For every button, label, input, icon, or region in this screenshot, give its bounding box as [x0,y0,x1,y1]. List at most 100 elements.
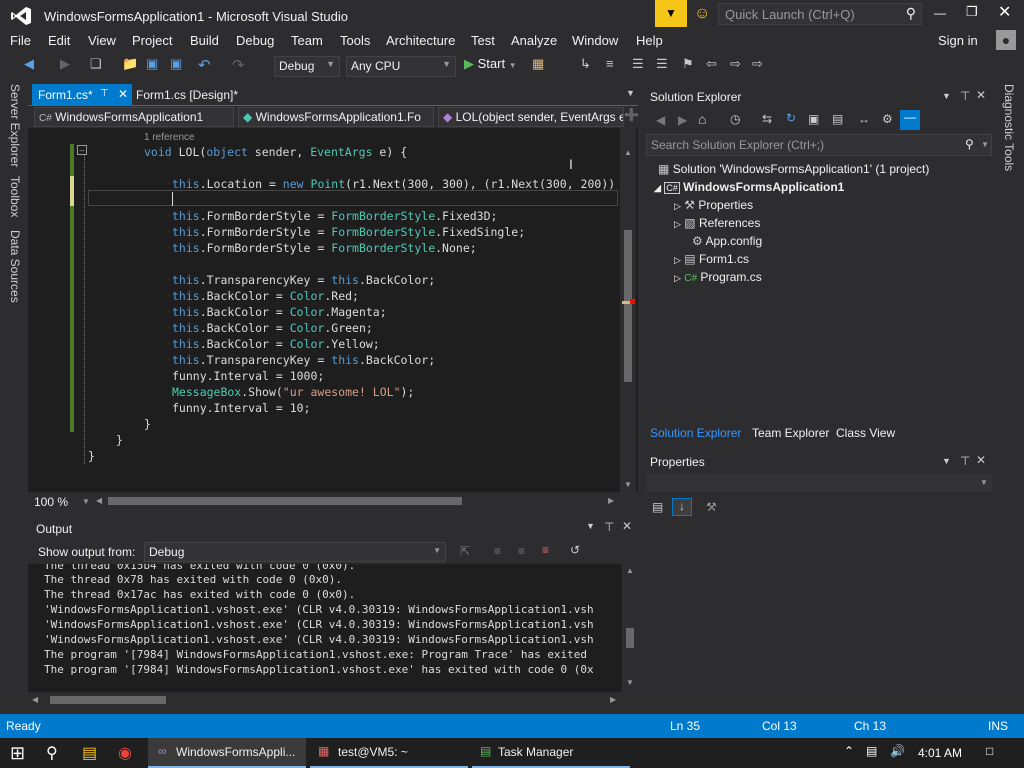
menu-build[interactable]: Build [190,33,219,48]
taskbar-clock[interactable]: 4:01 AM [918,746,962,760]
menu-file[interactable]: File [10,33,31,48]
tree-item-program[interactable]: ▷ C# Program.cs [674,270,762,284]
collapse-toggle-icon[interactable]: – [77,145,87,155]
alphabetical-icon[interactable]: ↓ [672,498,692,516]
tab-form1-design[interactable]: Form1.cs [Design]* [130,84,270,106]
collapsed-arrow-icon[interactable]: ▷ [674,273,681,283]
back-icon[interactable]: ◀ [24,56,34,76]
side-tab-server-explorer[interactable]: Server Explorer [8,84,22,167]
refresh-icon[interactable]: ↻ [786,111,796,125]
scroll-thumb[interactable] [626,628,634,648]
properties-wrench-icon[interactable]: ⚙ [882,112,893,126]
side-tab-diagnostic-tools[interactable]: Diagnostic Tools [1002,84,1016,171]
quick-launch-box[interactable]: Quick Launch (Ctrl+Q) ⚲ [718,3,922,25]
pane-close-icon[interactable]: ✕ [976,88,986,102]
pane-options-icon[interactable]: ▼ [942,456,951,466]
scroll-thumb[interactable] [50,696,166,704]
taskbar-item-putty[interactable]: ▦ test@VM5: ~ [310,738,468,768]
class-nav-dropdown[interactable]: ◆ WindowsFormsApplication1.Fo [238,107,434,127]
history-icon[interactable]: ◷ [730,112,740,126]
open-folder-icon[interactable]: 📁 [122,56,138,76]
scroll-up-icon[interactable]: ▲ [626,566,634,575]
collapsed-arrow-icon[interactable]: ▷ [674,219,681,229]
home-icon[interactable]: ⌂ [698,111,706,127]
output-vertical-scrollbar[interactable]: ▲ ▼ [622,564,638,692]
side-tab-data-sources[interactable]: Data Sources [8,230,22,303]
volume-icon[interactable]: 🔊 [890,744,905,758]
undo-icon[interactable]: ↶ [198,56,211,76]
format-icon[interactable]: ≡ [606,56,614,76]
show-all-files-icon[interactable]: ▤ [832,112,843,126]
menu-edit[interactable]: Edit [48,33,70,48]
next-message-icon[interactable]: ≡ [518,544,525,558]
step-icon[interactable]: ↳ [580,56,591,76]
tree-item-form1[interactable]: ▷ ▤ Form1.cs [674,252,749,266]
output-horizontal-scrollbar[interactable]: ◀ ▶ [28,692,622,708]
save-icon[interactable]: ▣ [146,56,158,76]
pin-icon[interactable]: ⊤ [100,88,109,99]
scroll-right-icon[interactable]: ▶ [608,496,614,505]
bookmark-next-icon[interactable]: ⇨ [730,56,741,76]
uncomment-icon[interactable]: ☰ [656,56,668,76]
forward-icon[interactable]: ▶ [60,56,70,76]
side-tab-toolbox[interactable]: Toolbox [8,176,22,217]
view-code-icon[interactable]: ↔ [858,112,870,126]
tree-item-app-config[interactable]: ⚙ App.config [692,234,762,248]
new-project-icon[interactable]: ❏ [90,56,102,76]
tree-item-references[interactable]: ▷ ▧ References [674,216,760,230]
search-icon[interactable]: ⚲ [46,743,58,763]
menu-architecture[interactable]: Architecture [386,33,455,48]
start-button[interactable]: ▶ Start ▼ [464,56,517,76]
search-icon[interactable]: ⚲ [906,5,916,22]
solution-search-input[interactable]: Search Solution Explorer (Ctrl+;) [651,138,824,152]
scroll-down-icon[interactable]: ▼ [624,480,632,489]
output-text-area[interactable]: The thread 0x15b4 has exited with code 0… [28,564,622,692]
collapse-all-icon[interactable]: ▣ [808,112,819,126]
scroll-left-icon[interactable]: ◀ [96,496,102,505]
split-icon[interactable]: ➕ [624,108,639,122]
collapsed-arrow-icon[interactable]: ▷ [674,201,681,211]
menu-test[interactable]: Test [471,33,495,48]
output-close-icon[interactable]: ✕ [622,519,632,533]
preview-icon[interactable]: — [900,110,920,130]
scroll-thumb[interactable] [624,230,632,382]
prev-message-icon[interactable]: ≡ [494,544,501,558]
quick-launch-input[interactable]: Quick Launch (Ctrl+Q) [725,7,855,22]
platform-dropdown[interactable]: Any CPU ▼ [346,56,456,77]
pane-pin-icon[interactable]: ⊤ [960,89,970,103]
horizontal-scroll-thumb[interactable] [108,497,462,505]
smiley-feedback-icon[interactable]: ☺ [694,5,710,23]
expanded-arrow-icon[interactable]: ◢ [654,183,661,193]
comment-icon[interactable]: ☰ [632,56,644,76]
scroll-down-icon[interactable]: ▼ [626,678,634,687]
configuration-dropdown[interactable]: Debug ▼ [274,56,340,77]
feedback-filter-icon[interactable]: ▼ [655,0,687,27]
taskbar-item-visual-studio[interactable]: ∞ WindowsFormsAppli... [148,738,306,768]
properties-object-dropdown[interactable]: ▼ [646,474,992,492]
minimize-button[interactable]: — [934,6,946,20]
redo-icon[interactable]: ↷ [232,56,245,76]
solution-search-box[interactable]: Search Solution Explorer (Ctrl+;) ⚲ ▼ [646,134,992,156]
menu-help[interactable]: Help [636,33,663,48]
account-icon[interactable]: ● [996,30,1016,50]
menu-tools[interactable]: Tools [340,33,370,48]
scroll-up-icon[interactable]: ▲ [624,148,632,157]
menu-team[interactable]: Team [291,33,323,48]
project-nav-dropdown[interactable]: C# WindowsFormsApplication1 [34,107,234,127]
tree-solution-root[interactable]: ▦ Solution 'WindowsFormsApplication1' (1… [658,162,929,176]
find-message-icon[interactable]: ⇱ [460,544,470,558]
code-editor[interactable]: – 1 reference void LOL(object sender, Ev… [28,128,638,492]
sync-icon[interactable]: ⇆ [762,112,772,126]
pane-options-icon[interactable]: ▼ [942,91,951,101]
bookmark-icon[interactable]: ⚑ [682,56,694,76]
chevron-down-icon[interactable]: ▼ [981,140,989,149]
scroll-left-icon[interactable]: ◀ [32,695,38,704]
browser-link-icon[interactable]: ▦ [532,56,544,76]
tree-item-properties[interactable]: ▷ ⚒ Properties [674,198,753,212]
close-button[interactable]: ✕ [998,2,1011,22]
zoom-level[interactable]: 100 % [34,495,68,509]
menu-view[interactable]: View [88,33,116,48]
property-pages-icon[interactable]: ⚒ [706,500,717,514]
close-icon[interactable]: ✕ [118,87,128,101]
search-icon[interactable]: ⚲ [965,137,974,151]
